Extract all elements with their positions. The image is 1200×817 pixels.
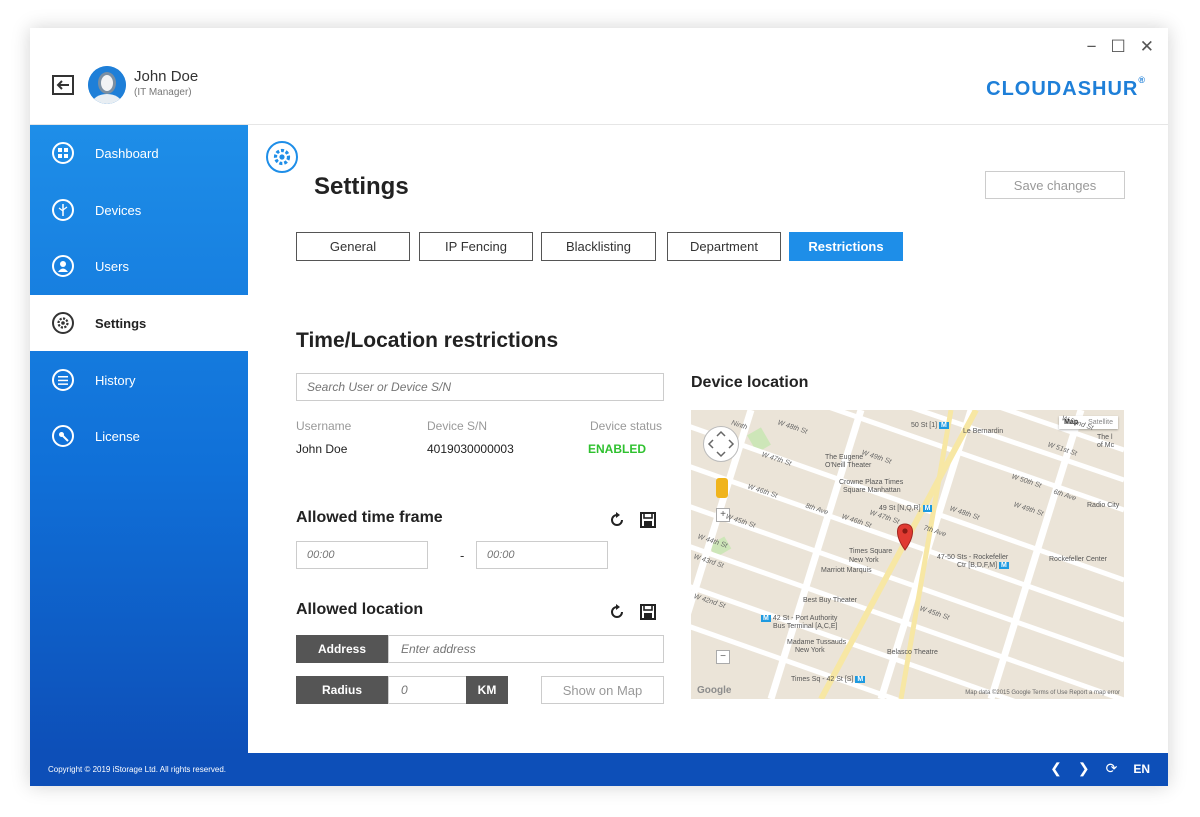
avatar: [88, 66, 126, 104]
section-title: Time/Location restrictions: [296, 329, 559, 352]
user-icon: [52, 255, 74, 277]
map-label: 47-50 Sts - Rockefeller: [937, 554, 1009, 561]
tab-department[interactable]: Department: [667, 232, 781, 261]
refresh-icon[interactable]: ⟳: [1106, 760, 1118, 777]
radius-input[interactable]: [388, 676, 466, 704]
footer-controls: ❮ ❯ ⟳ EN: [1050, 760, 1150, 777]
map-label: Bus Terminal [A,C,E]: [773, 623, 838, 630]
key-icon: [52, 425, 74, 447]
sidebar: Dashboard Devices Users Settings History: [30, 125, 248, 753]
start-time-input[interactable]: [296, 541, 428, 569]
search-input[interactable]: [296, 373, 664, 401]
time-frame-title: Allowed time frame: [296, 509, 443, 526]
dashboard-icon: [52, 142, 74, 164]
tab-ip-fencing[interactable]: IP Fencing: [419, 232, 533, 261]
radius-label: Radius: [296, 676, 388, 704]
map-label: Marriott Marquis: [821, 567, 872, 574]
map-label: The Eugene: [825, 454, 864, 461]
map-title: Device location: [691, 374, 809, 391]
sidebar-item-license[interactable]: License: [30, 408, 248, 464]
time-separator: -: [460, 548, 465, 563]
map-label: Crowne Plaza Times: [839, 479, 904, 486]
map-label: New York: [795, 647, 825, 654]
sidebar-item-settings[interactable]: Settings: [30, 295, 248, 351]
window-controls: − ☐ ✕: [1087, 38, 1154, 56]
map-label: 49 St [N,Q,R] M: [879, 505, 933, 512]
row-username[interactable]: John Doe: [296, 442, 347, 456]
settings-title-icon: [266, 141, 298, 173]
map-label: Best Buy Theater: [803, 597, 857, 604]
location-title: Allowed location: [296, 601, 424, 618]
user-name: John Doe: [134, 68, 199, 85]
zoom-out-icon[interactable]: −: [716, 650, 730, 664]
map-label: Radio City: [1087, 502, 1120, 509]
logout-icon[interactable]: [52, 75, 74, 95]
map-label: Le Bernardin: [963, 428, 1004, 435]
usb-icon: [52, 199, 74, 221]
app-window: John Doe (IT Manager) − ☐ ✕ CLOUDASHUR® …: [30, 28, 1168, 786]
map-label: New York: [849, 557, 879, 564]
sidebar-item-users[interactable]: Users: [30, 238, 248, 294]
map-label: O'Neill Theater: [825, 462, 872, 469]
page-title: Settings: [314, 173, 409, 200]
footer: Copyright © 2019 iStorage Ltd. All right…: [30, 753, 1168, 786]
sidebar-item-label: History: [95, 372, 136, 388]
column-header-serial: Device S/N: [427, 419, 488, 433]
list-icon: [52, 369, 74, 391]
map-label: Ctr [B,D,F,M] M: [957, 562, 1009, 569]
save-time-icon[interactable]: [639, 511, 657, 529]
map-label: Square Manhattan: [843, 487, 901, 494]
column-header-username: Username: [296, 419, 352, 433]
sidebar-item-label: Devices: [95, 202, 142, 218]
user-role: (IT Manager): [134, 87, 192, 98]
row-serial[interactable]: 4019030000003: [427, 442, 514, 456]
brand-logo: CLOUDASHUR®: [986, 75, 1146, 100]
map-label: M 42 St - Port Authority: [761, 615, 838, 622]
copyright-text: Copyright © 2019 iStorage Ltd. All right…: [48, 765, 226, 774]
gear-icon: [52, 312, 74, 334]
map-label: 50 St [1] M: [911, 422, 949, 429]
address-input[interactable]: [388, 635, 664, 663]
column-header-status: Device status: [590, 419, 663, 433]
close-icon[interactable]: ✕: [1140, 38, 1154, 56]
map-attribution[interactable]: Map data ©2015 Google Terms of Use Repor…: [965, 690, 1120, 696]
sidebar-item-label: Settings: [95, 315, 147, 331]
sidebar-item-dashboard[interactable]: Dashboard: [30, 125, 248, 181]
prev-icon[interactable]: ❮: [1050, 760, 1062, 777]
address-label: Address: [296, 635, 388, 663]
language-selector[interactable]: EN: [1133, 762, 1150, 776]
save-changes-button[interactable]: Save changes: [985, 171, 1125, 199]
map-label: Times Sq - 42 St [S] M: [791, 676, 866, 683]
maximize-icon[interactable]: ☐: [1111, 38, 1126, 56]
street-view-icon[interactable]: [716, 478, 728, 498]
tab-blacklisting[interactable]: Blacklisting: [541, 232, 656, 261]
tab-general[interactable]: General: [296, 232, 410, 261]
map-label: Times Square: [849, 548, 893, 555]
reset-time-icon[interactable]: [608, 511, 626, 529]
map-pan-icon[interactable]: [703, 426, 739, 462]
save-location-icon[interactable]: [639, 603, 657, 621]
map-label: The l: [1097, 434, 1113, 441]
sidebar-item-label: Dashboard: [95, 145, 159, 161]
map-label: Belasco Theatre: [887, 649, 938, 656]
show-on-map-button[interactable]: Show on Map: [541, 676, 664, 704]
end-time-input[interactable]: [476, 541, 608, 569]
sidebar-item-history[interactable]: History: [30, 352, 248, 408]
google-logo: Google: [697, 685, 732, 696]
reset-location-icon[interactable]: [608, 603, 626, 621]
status-badge: ENABLED: [588, 442, 647, 456]
sidebar-item-label: Users: [95, 258, 129, 274]
sidebar-item-devices[interactable]: Devices: [30, 182, 248, 238]
map-label: Rockefeller Center: [1049, 556, 1107, 563]
title-bar: John Doe (IT Manager) − ☐ ✕ CLOUDASHUR®: [30, 28, 1168, 125]
map-label: of Mc: [1097, 442, 1115, 449]
minimize-icon[interactable]: −: [1087, 38, 1097, 56]
sidebar-item-label: License: [95, 428, 140, 444]
next-icon[interactable]: ❯: [1078, 760, 1090, 777]
unit-label: KM: [466, 676, 508, 704]
tab-restrictions[interactable]: Restrictions: [789, 232, 903, 261]
map-label: Madame Tussauds: [787, 639, 847, 646]
map-view[interactable]: Map Satellite + − The Eugene O'Neill The…: [691, 410, 1124, 699]
